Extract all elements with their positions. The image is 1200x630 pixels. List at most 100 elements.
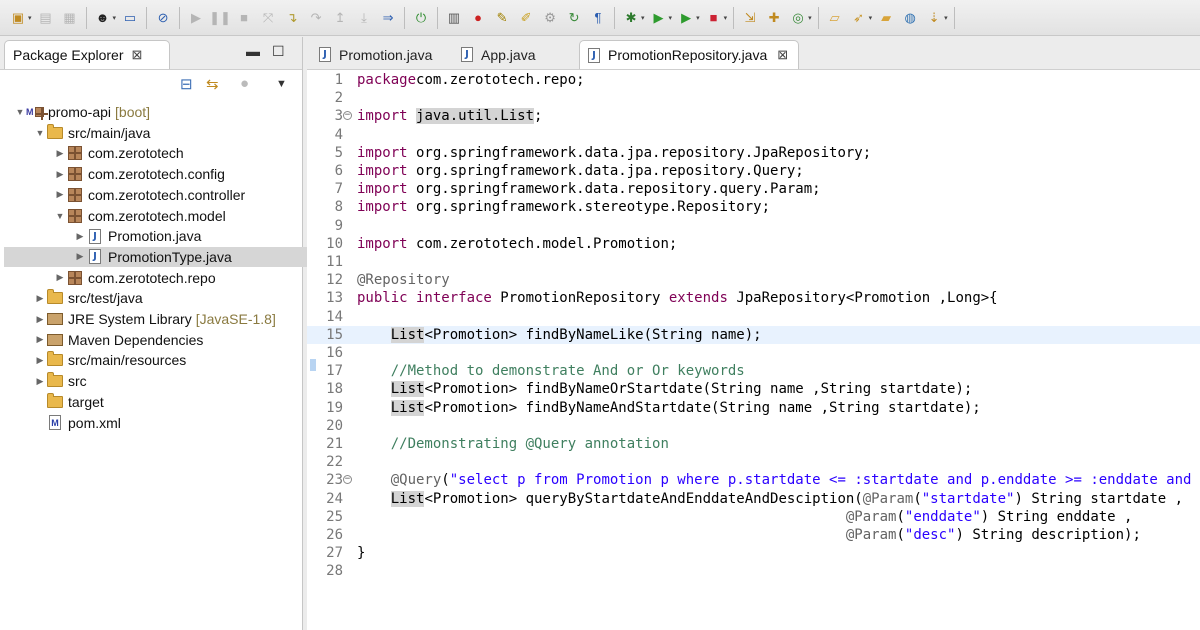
chevron-right-icon[interactable]: ▶ <box>54 148 66 159</box>
tree-item-target[interactable]: target <box>4 392 329 412</box>
dropdown-arrow-icon[interactable]: ▾ <box>641 14 645 22</box>
terminate-icon[interactable]: ■ <box>235 9 253 27</box>
globe-icon[interactable]: ◍ <box>901 9 919 27</box>
chevron-right-icon[interactable]: ▶ <box>34 355 46 366</box>
new-package-icon[interactable]: ✚ <box>765 9 783 27</box>
tree-item-com-zerototech-repo[interactable]: ▶ com.zerototech.repo <box>4 268 349 288</box>
tab-label: Promotion.java <box>339 46 433 63</box>
save-all-icon[interactable]: ▦ <box>61 9 79 27</box>
view-menu-icon[interactable]: ▼ <box>276 78 287 90</box>
link-with-editor-icon[interactable]: ⇆ <box>206 75 219 93</box>
chevron-right-icon[interactable]: ▶ <box>54 189 66 200</box>
open-folder-icon[interactable]: ▱ <box>826 9 844 27</box>
close-icon[interactable]: ⊠ <box>777 47 788 63</box>
step-into-icon[interactable]: ↴ <box>283 9 301 27</box>
rocket-icon[interactable]: ➶ <box>850 9 868 27</box>
line-number: 27 <box>326 545 343 562</box>
suspend-icon[interactable]: ❚❚ <box>209 9 231 27</box>
tab-promotion-java[interactable]: J Promotion.java <box>311 40 447 69</box>
code-line: 2 <box>307 89 1200 107</box>
tree-item-src-main-resources[interactable]: ▶ src/main/resources <box>4 350 329 370</box>
toggle-mark-icon[interactable]: ▥ <box>445 9 463 27</box>
drop-frame-icon[interactable]: ⤓ <box>355 9 373 27</box>
user-icon[interactable]: ☻ <box>94 9 112 27</box>
code-line: 21 //Demonstrating @Query annotation <box>307 435 1200 453</box>
focus-icon[interactable]: ● <box>240 75 249 92</box>
chevron-right-icon[interactable]: ▶ <box>54 169 66 180</box>
tree-item-src[interactable]: ▶ src <box>4 371 329 391</box>
brush-icon[interactable]: ✐ <box>517 9 535 27</box>
tree-item-src-test-java[interactable]: ▶ src/test/java <box>4 288 329 308</box>
code-text: } <box>357 545 366 562</box>
resume-icon[interactable]: ▶ <box>187 9 205 27</box>
chevron-right-icon[interactable]: ▶ <box>34 376 46 387</box>
save-icon[interactable]: ▤ <box>37 9 55 27</box>
use-step-filters-icon[interactable]: ⇒ <box>379 9 397 27</box>
dropdown-arrow-icon[interactable]: ▾ <box>696 14 700 22</box>
dropdown-arrow-icon[interactable]: ▾ <box>113 14 117 22</box>
code-text: @Param("desc") String description); <box>845 527 1141 543</box>
chevron-right-icon[interactable]: ▶ <box>34 293 46 304</box>
collapse-all-icon[interactable]: ⊟ <box>180 75 193 93</box>
run-tools-icon[interactable]: ▶ <box>677 9 695 27</box>
dropdown-arrow-icon[interactable]: ▾ <box>669 14 673 22</box>
tab-app-java[interactable]: J App.java <box>453 40 573 69</box>
next-annotation-icon[interactable]: ⇣ <box>925 9 943 27</box>
open-type-icon[interactable]: ▰ <box>877 9 895 27</box>
dropdown-arrow-icon[interactable]: ▾ <box>724 14 728 22</box>
tree-item-promo-api[interactable]: ▼ Mpromo-api [boot] <box>4 102 309 122</box>
stop-icon[interactable]: ■ <box>705 9 723 27</box>
dropdown-arrow-icon[interactable]: ▾ <box>869 14 873 22</box>
new-icon[interactable]: ▣ <box>9 9 27 27</box>
tree-item-label: src/main/java <box>68 124 151 141</box>
tree-item-src-main-java[interactable]: ▼ src/main/java <box>4 123 329 143</box>
refresh-icon[interactable]: ↻ <box>565 9 583 27</box>
tree-item-com-zerototech-model[interactable]: ▼ com.zerototech.model <box>4 206 349 226</box>
chevron-down-icon[interactable]: ▼ <box>54 211 66 221</box>
chevron-right-icon[interactable]: ▶ <box>74 251 86 262</box>
chevron-right-icon[interactable]: ▶ <box>74 231 86 242</box>
chevron-down-icon[interactable]: ▼ <box>14 107 26 117</box>
fold-toggle-icon[interactable]: − <box>343 475 352 485</box>
chevron-right-icon[interactable]: ▶ <box>54 272 66 283</box>
disconnect-icon[interactable]: ⤧ <box>259 9 277 27</box>
debug-icon[interactable]: ✱ <box>622 9 640 27</box>
tree-item-com-zerototech-config[interactable]: ▶ com.zerototech.config <box>4 164 349 184</box>
gears-icon[interactable]: ⚙ <box>541 9 559 27</box>
dropdown-arrow-icon[interactable]: ▾ <box>808 14 812 22</box>
tab-package-explorer[interactable]: Package Explorer ⊠ <box>4 40 170 69</box>
dropdown-arrow-icon[interactable]: ▾ <box>28 14 32 22</box>
pilcrow-icon[interactable]: ¶ <box>589 9 607 27</box>
minimize-icon[interactable]: ▬ <box>246 43 260 59</box>
tree-item-com-zerototech[interactable]: ▶ com.zerototech <box>4 143 349 163</box>
editor-tab-bar: J Promotion.java J App.java J PromotionReposi… <box>307 37 1200 70</box>
step-return-icon[interactable]: ↥ <box>331 9 349 27</box>
tree-item-label: Promotion.java <box>108 228 202 245</box>
tree-item-com-zerototech-controller[interactable]: ▶ com.zerototech.controller <box>4 185 349 205</box>
tab-promotionrepository-java[interactable]: J PromotionRepository.java ⊠ <box>579 40 799 69</box>
skip-breakpoints-icon[interactable]: ⊘ <box>154 9 172 27</box>
new-class-icon[interactable]: ◎ <box>789 9 807 27</box>
close-icon[interactable]: ⊠ <box>132 47 143 63</box>
fold-toggle-icon[interactable]: − <box>343 111 352 121</box>
maximize-icon[interactable]: ☐ <box>272 43 285 60</box>
monitor-icon[interactable]: ▭ <box>121 9 139 27</box>
code-line: 4 <box>307 126 1200 144</box>
highlight-icon[interactable]: ✎ <box>493 9 511 27</box>
deploy-icon[interactable]: ⇲ <box>741 9 759 27</box>
dropdown-arrow-icon[interactable]: ▾ <box>944 14 948 22</box>
chevron-right-icon[interactable]: ▶ <box>34 314 46 325</box>
tree-item-maven-dependencies[interactable]: ▶ Maven Dependencies <box>4 330 329 350</box>
code-editor[interactable]: 1 packagecom.zerototech.repo; 2 3− import ja… <box>307 70 1200 630</box>
run-icon[interactable]: ▶ <box>650 9 668 27</box>
tree-item-decoration: [boot] <box>115 104 151 120</box>
step-over-icon[interactable]: ↷ <box>307 9 325 27</box>
chevron-down-icon[interactable]: ▼ <box>34 128 46 138</box>
tree-item-jre-system-library[interactable]: ▶ JRE System Library [JavaSE-1.8] <box>4 309 329 329</box>
folder-icon <box>46 372 64 389</box>
tree-item-label: promo-api <box>48 104 112 120</box>
spring-icon[interactable]: ⏻ <box>412 9 430 27</box>
tree-item-pom-xml[interactable]: Mpom.xml <box>4 413 329 433</box>
chevron-right-icon[interactable]: ▶ <box>34 334 46 345</box>
error-icon[interactable]: ● <box>469 9 487 27</box>
